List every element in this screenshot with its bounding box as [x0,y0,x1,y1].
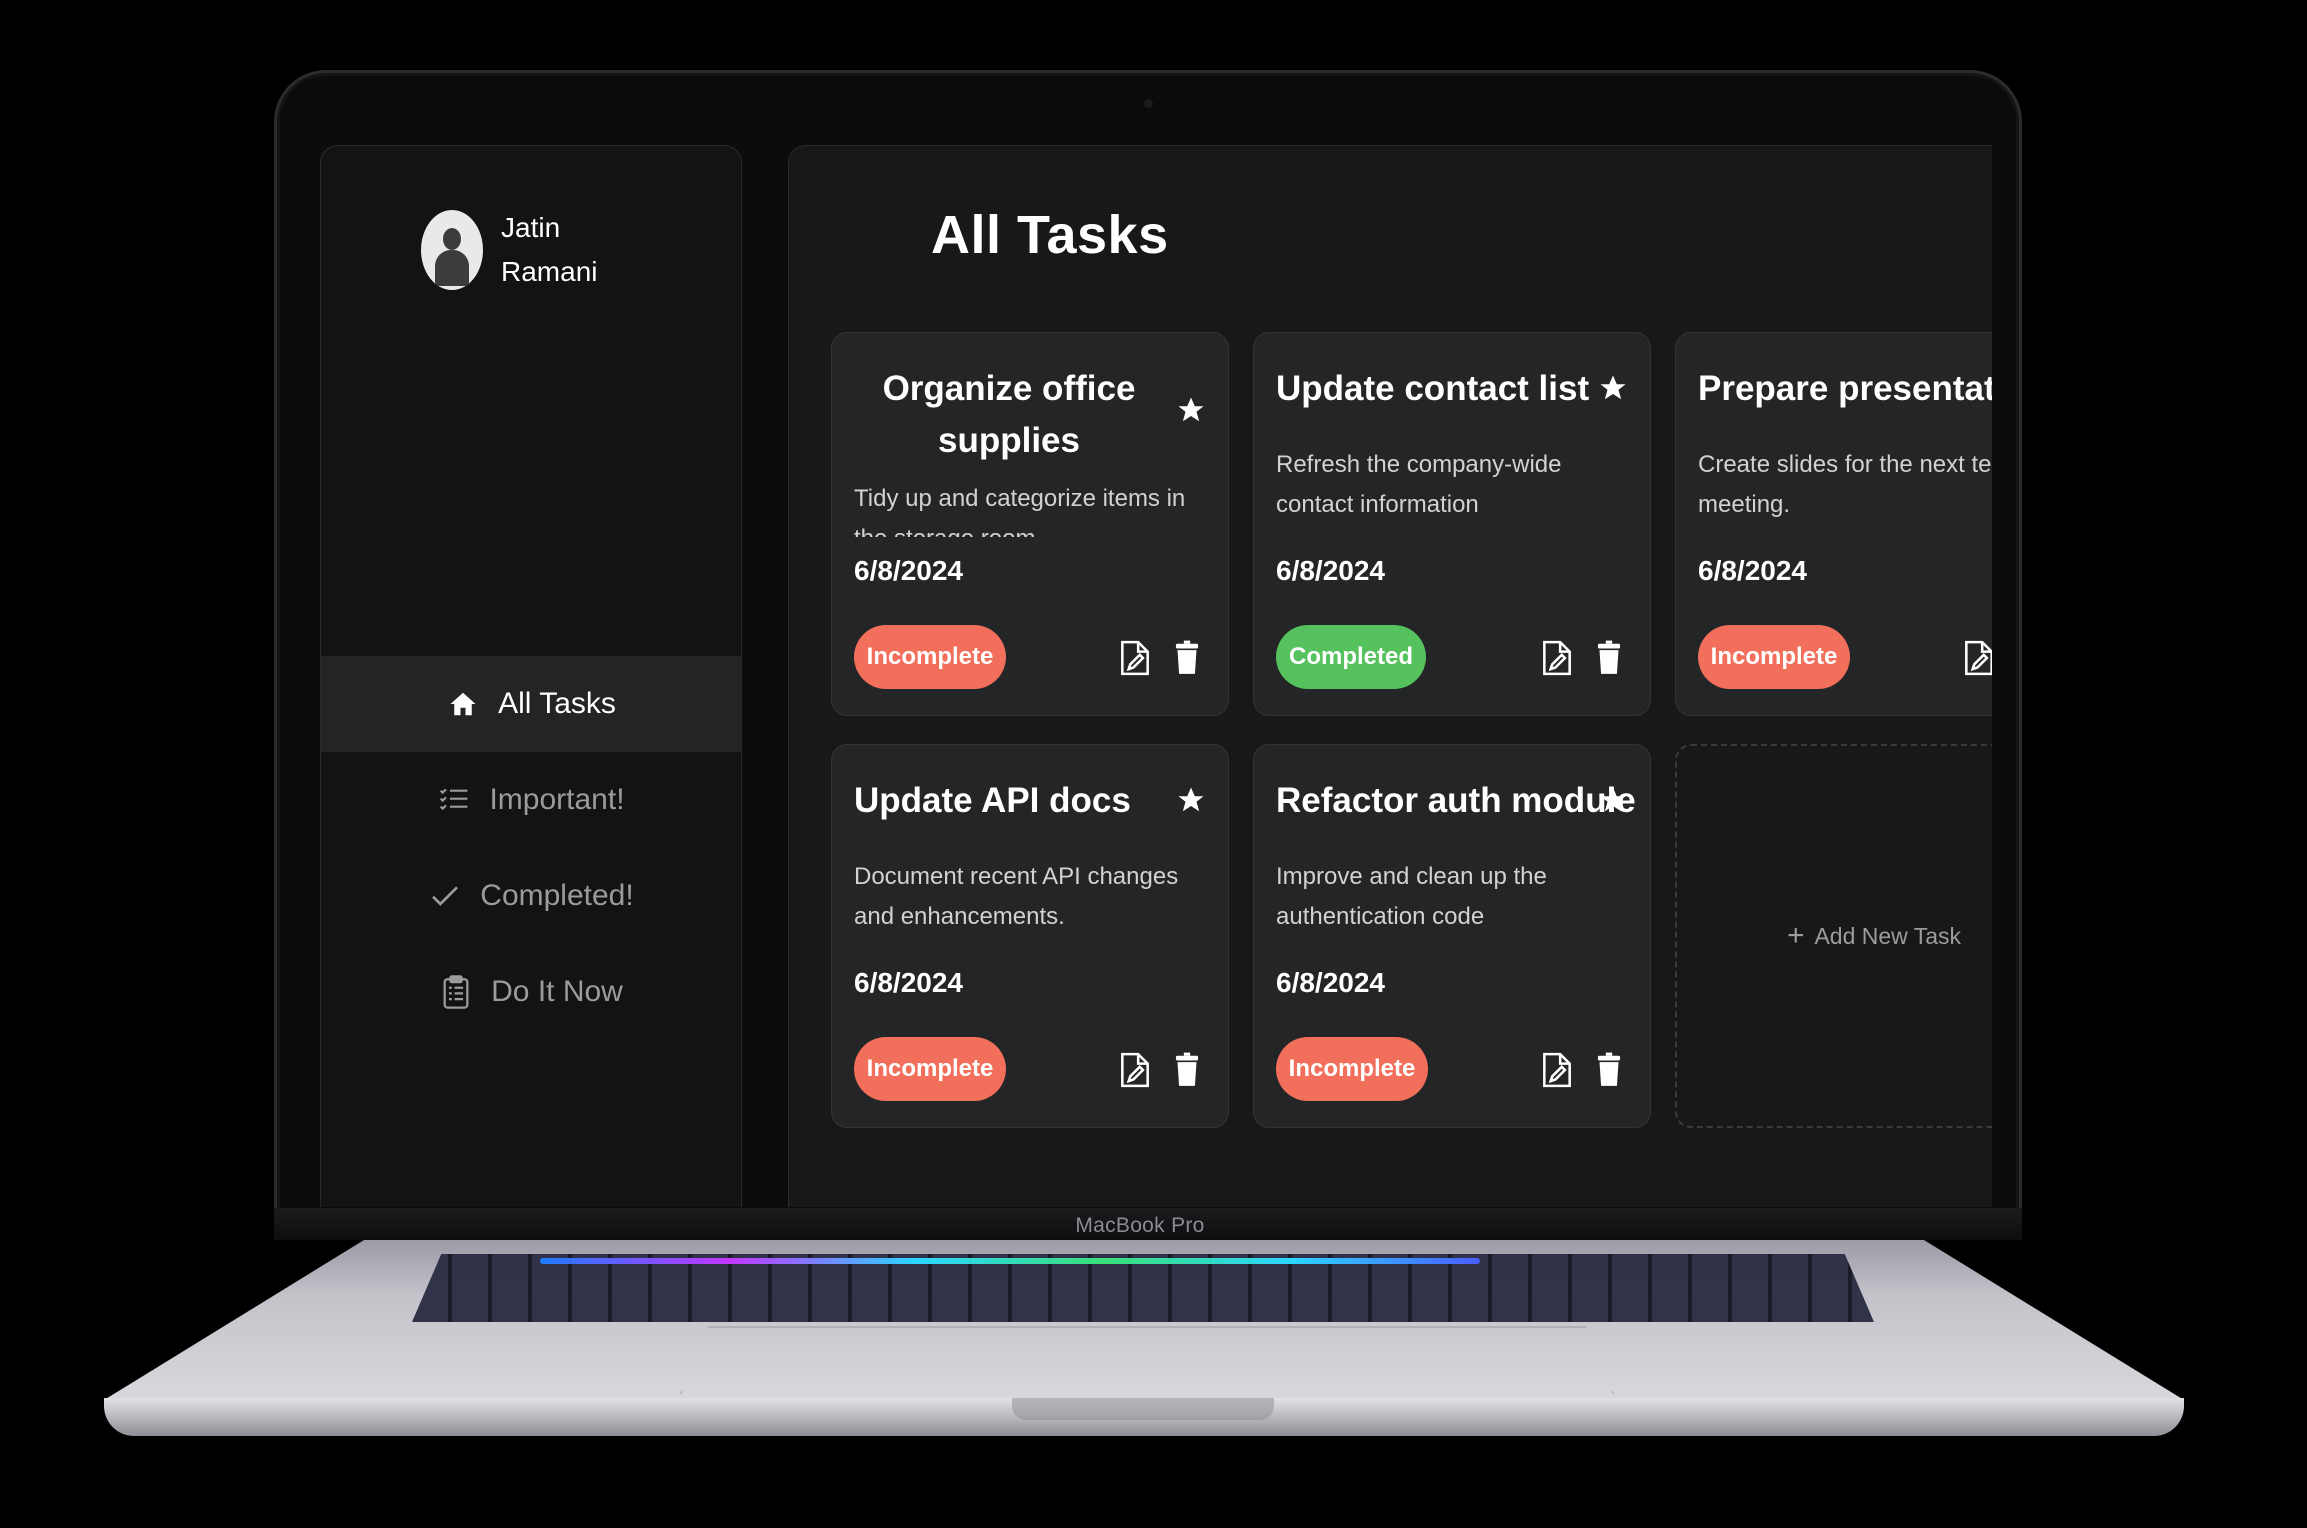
keyboard [412,1254,1874,1322]
star-icon[interactable] [1176,395,1206,425]
task-card: Refactor auth module Improve and clean u… [1253,744,1651,1128]
check-icon [428,879,462,913]
task-card: Update API docs Document recent API chan… [831,744,1229,1128]
edit-document-icon[interactable] [1540,639,1574,677]
task-title: Prepare presentation [1698,369,1992,408]
task-card: Organize office supplies Tidy up and cat… [831,332,1229,716]
nav-item-important[interactable]: Important! [321,752,741,848]
user-profile[interactable]: Jatin Ramani [421,206,621,294]
nav-item-label: All Tasks [498,687,616,720]
add-new-task-label: Add New Task [1814,922,1962,949]
edit-document-icon[interactable] [1118,639,1152,677]
task-date: 6/8/2024 [854,555,963,586]
nav-item-label: Important! [489,783,625,816]
task-title: Refactor auth module [1276,781,1636,820]
edit-document-icon[interactable] [1540,1051,1574,1089]
plus-icon: + [1786,919,1805,952]
task-date: 6/8/2024 [1276,555,1385,586]
task-title: Update contact list [1276,369,1590,408]
camera [1144,99,1153,108]
status-button[interactable]: Incomplete [1698,625,1850,689]
lid-notch [1012,1398,1274,1420]
task-title: Update API docs [854,781,1131,820]
status-button[interactable]: Incomplete [854,625,1006,689]
nav-item-all-tasks[interactable]: All Tasks [321,656,741,752]
task-description: Improve and clean up the authentication … [1276,863,1547,930]
sidebar: Jatin Ramani All Tasks Important! Comple… [320,145,742,1207]
star-icon[interactable] [1176,785,1206,815]
trash-icon[interactable] [1592,1051,1626,1089]
nav-item-completed[interactable]: Completed! [321,848,741,944]
trash-icon[interactable] [1170,1051,1204,1089]
task-date: 6/8/2024 [854,967,963,998]
task-description: Document recent API changes and enhancem… [854,863,1179,930]
home-icon [446,687,480,721]
user-name: Jatin Ramani [501,206,621,294]
task-title: Organize office supplies [882,369,1136,460]
star-icon[interactable] [1598,373,1628,403]
task-card: Update contact list Refresh the company-… [1253,332,1651,716]
trackpad [680,1326,1614,1394]
clipboard-icon [439,975,473,1009]
nav-item-label: Do It Now [491,975,623,1008]
status-button[interactable]: Completed [1276,625,1426,689]
sidebar-nav: All Tasks Important! Completed! Do It No… [321,656,741,1040]
trash-icon[interactable] [1592,639,1626,677]
status-button[interactable]: Incomplete [1276,1037,1428,1101]
status-button[interactable]: Incomplete [854,1037,1006,1101]
user-last-name: Ramani [501,256,598,287]
task-description: Refresh the company-wide contact informa… [1276,451,1562,518]
task-description: Create slides for the next team meeting. [1698,451,1992,518]
nav-item-label: Completed! [480,879,634,912]
edit-document-icon[interactable] [1118,1051,1152,1089]
edit-document-icon[interactable] [1962,639,1992,677]
user-first-name: Jatin [501,212,561,243]
task-date: 6/8/2024 [1276,967,1385,998]
task-card: Prepare presentation Create slides for t… [1675,332,1992,716]
main-panel: All Tasks Organize office supplies Tidy … [788,145,1992,1207]
touch-bar [540,1258,1480,1264]
task-date: 6/8/2024 [1698,555,1807,586]
add-new-task-button[interactable]: + Add New Task [1675,744,1992,1128]
page-title: All Tasks [931,205,1169,265]
task-description: Tidy up and categorize items in the stor… [854,485,1186,537]
screen: Jatin Ramani All Tasks Important! Comple… [292,117,1992,1207]
trash-icon[interactable] [1170,639,1204,677]
checklist-icon [437,783,471,817]
avatar [421,210,483,290]
nav-item-do-it-now[interactable]: Do It Now [321,944,741,1040]
brand-label: MacBook Pro [1075,1214,1205,1237]
star-icon[interactable] [1598,785,1628,815]
